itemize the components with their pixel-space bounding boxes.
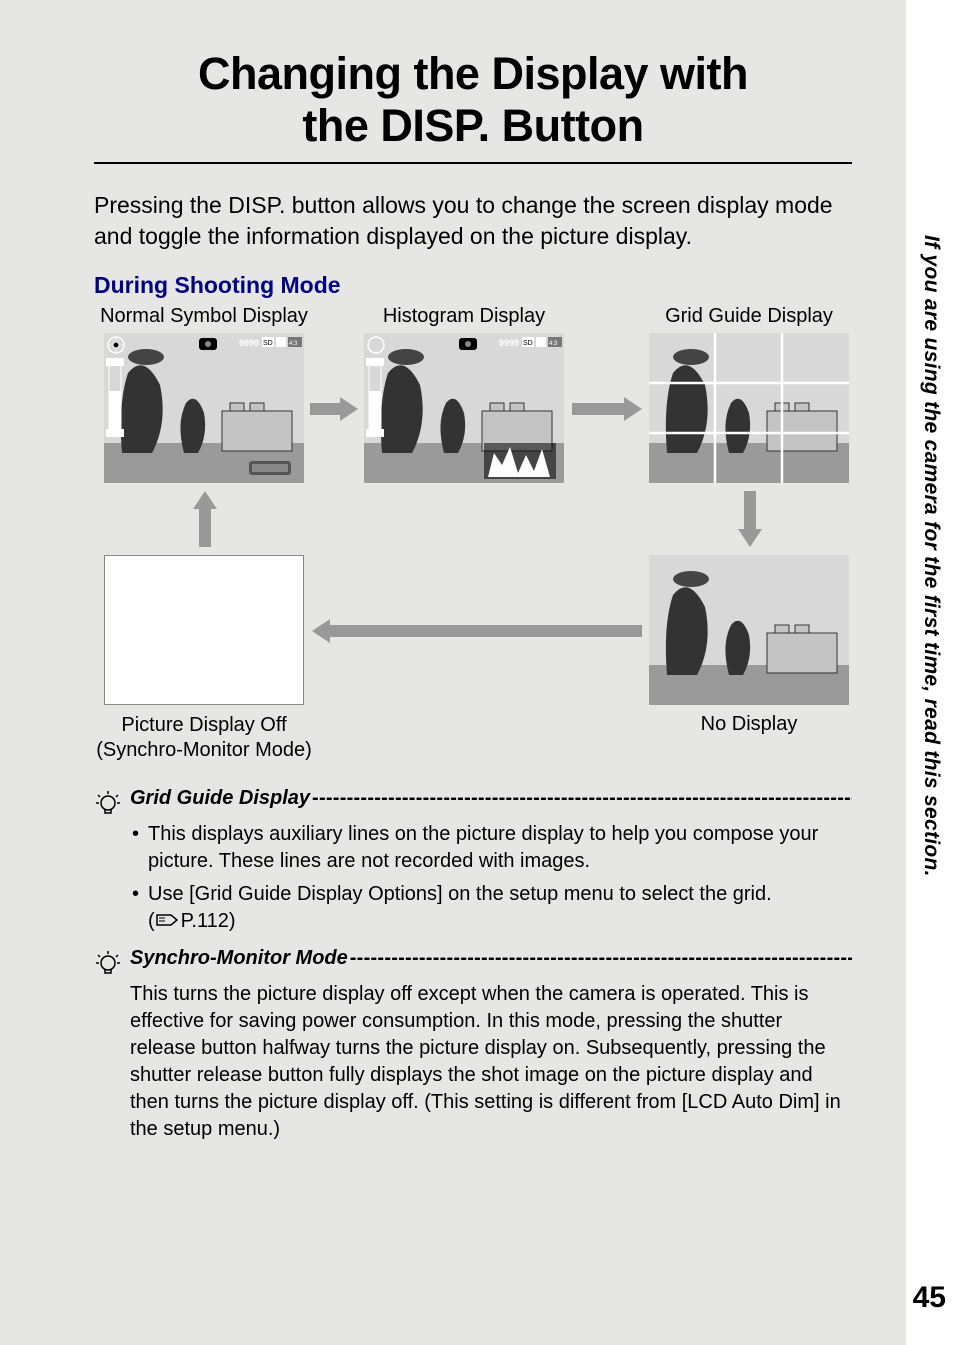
thumb-display-off: [104, 555, 304, 705]
label-histogram: Histogram Display: [364, 305, 564, 328]
arrow-down-icon: [738, 491, 762, 547]
note-title-synchro: Synchro-Monitor Mode: [130, 947, 348, 970]
svg-text:9999: 9999: [499, 338, 519, 348]
title-line-2: the DISP. Button: [302, 100, 643, 151]
note-grid-guide: Grid Guide Display ---------------------…: [94, 787, 852, 935]
dash-fill: ----------------------------------------…: [350, 947, 852, 970]
arrow-up-icon: [193, 491, 217, 547]
svg-text:SD: SD: [263, 340, 273, 347]
arrow-right-icon: [572, 397, 642, 421]
svg-text:4:3: 4:3: [289, 341, 298, 347]
side-tab-text: If you are using the camera for the firs…: [921, 235, 943, 975]
note-synchro: Synchro-Monitor Mode -------------------…: [94, 947, 852, 1143]
display-cycle-diagram: Normal Symbol Display Histogram Display …: [94, 305, 852, 775]
label-display-off: Picture Display Off (Synchro-Monitor Mod…: [84, 713, 324, 763]
thumb-grid: [649, 333, 849, 483]
svg-text:SD: SD: [523, 340, 533, 347]
label-grid: Grid Guide Display: [649, 305, 849, 328]
page-content: Changing the Display with the DISP. Butt…: [94, 48, 852, 1143]
svg-text:4:3: 4:3: [549, 341, 558, 347]
svg-text:9999: 9999: [239, 338, 259, 348]
lightbulb-icon: [94, 949, 122, 977]
page-title: Changing the Display with the DISP. Butt…: [94, 48, 852, 152]
note-title-grid: Grid Guide Display: [130, 787, 310, 810]
note-bullet: Use [Grid Guide Display Options] on the …: [130, 881, 852, 935]
label-no-display: No Display: [649, 713, 849, 736]
page-ref-icon: [155, 911, 181, 929]
thumb-normal: 9999 SD 4:3: [104, 333, 304, 483]
intro-paragraph: Pressing the DISP. button allows you to …: [94, 190, 852, 252]
note-body-synchro: This turns the picture display off excep…: [130, 981, 852, 1143]
arrow-right-icon: [310, 397, 358, 421]
lightbulb-icon: [94, 789, 122, 817]
dash-fill: ----------------------------------------…: [312, 787, 852, 810]
title-underline: [94, 162, 852, 164]
title-line-1: Changing the Display with: [198, 48, 748, 99]
note-bullet: This displays auxiliary lines on the pic…: [130, 821, 852, 875]
label-normal: Normal Symbol Display: [94, 305, 314, 328]
page-number: 45: [913, 1281, 946, 1315]
arrow-left-icon: [312, 619, 642, 643]
thumb-histogram: 9999 SD 4:3: [364, 333, 564, 483]
subheading: During Shooting Mode: [94, 272, 852, 299]
thumb-no-display: [649, 555, 849, 705]
